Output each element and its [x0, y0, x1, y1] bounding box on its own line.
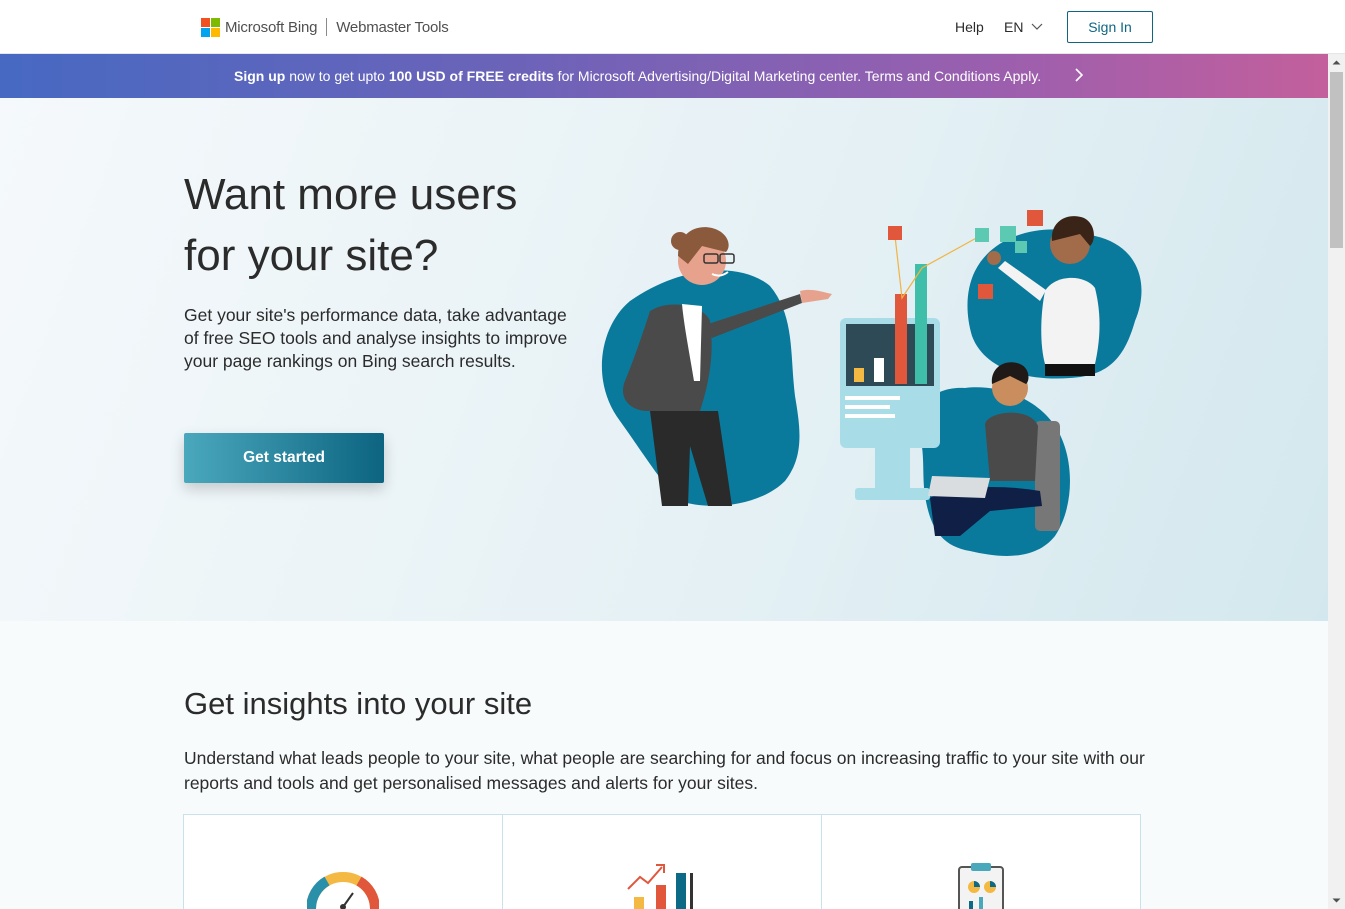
microsoft-logo-icon	[201, 17, 220, 37]
red-bar	[895, 294, 907, 384]
scroll-up-arrow-icon[interactable]	[1328, 54, 1345, 71]
monitor-stand	[875, 448, 910, 493]
feature-card-performance[interactable]	[184, 815, 503, 909]
sign-in-button[interactable]: Sign In	[1067, 11, 1153, 43]
promo-credits: 100 USD of FREE credits	[388, 68, 554, 84]
scrollbar-thumb[interactable]	[1330, 72, 1343, 248]
insights-title: Get insights into your site	[184, 686, 533, 721]
hero-description: Get your site's performance data, take a…	[184, 305, 568, 371]
brand-name: Microsoft Bing	[225, 18, 318, 36]
language-label: EN	[1004, 19, 1024, 35]
hero-title-line1: Want more users	[184, 170, 518, 219]
feature-card-reports[interactable]	[822, 815, 1140, 909]
promo-banner[interactable]: Sign up now to get upto 100 USD of FREE …	[0, 54, 1328, 98]
chevron-right-icon[interactable]	[1072, 67, 1086, 83]
clipboard-report-icon	[958, 863, 1004, 909]
gauge-icon	[307, 872, 379, 909]
teal-bar	[915, 264, 927, 384]
feature-cards	[183, 814, 1141, 909]
growth-chart-icon	[627, 864, 693, 909]
chevron-down-icon	[1032, 23, 1043, 30]
page-scrollbar[interactable]	[1328, 54, 1345, 909]
hero-title-line2: for your site?	[184, 231, 439, 280]
bing-webmaster-logo[interactable]: Microsoft Bing Webmaster Tools	[201, 17, 449, 37]
feature-card-growth[interactable]	[503, 815, 822, 909]
hero-illustration	[601, 210, 1142, 556]
insights-description: Understand what leads people to your sit…	[184, 748, 1145, 793]
get-started-button[interactable]: Get started	[184, 433, 384, 483]
help-link[interactable]: Help	[955, 19, 984, 35]
language-selector[interactable]: EN	[1004, 19, 1043, 35]
promo-text-part1: now to get upto	[285, 68, 389, 84]
product-name: Webmaster Tools	[336, 18, 449, 36]
hero-section: Want more users for your site? Get your …	[0, 98, 1328, 621]
promo-sign-up: Sign up	[234, 68, 286, 84]
scroll-down-arrow-icon[interactable]	[1328, 892, 1345, 909]
promo-text: Sign up now to get upto 100 USD of FREE …	[234, 68, 1041, 84]
logo-divider	[326, 18, 328, 36]
promo-text-part2: for Microsoft Advertising/Digital Market…	[553, 68, 1042, 84]
top-header: Microsoft Bing Webmaster Tools Help EN S…	[0, 0, 1345, 54]
insights-section: Get insights into your site Understand w…	[0, 621, 1328, 909]
hero-title: Want more users for your site?	[184, 164, 604, 286]
